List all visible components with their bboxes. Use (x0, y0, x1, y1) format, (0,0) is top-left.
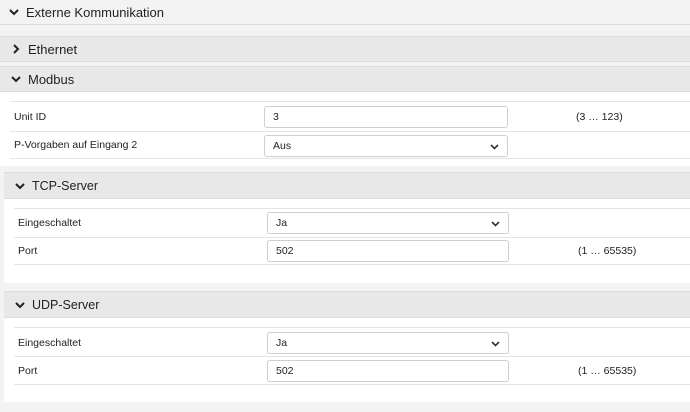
input-value: 502 (276, 245, 294, 257)
select-value: Aus (273, 140, 292, 152)
section-title: Externe Kommunikation (26, 4, 165, 20)
udp-port-range: (1 … 65535) (578, 365, 637, 377)
field-label-eingeschaltet: Eingeschaltet (18, 217, 82, 229)
caret-down-icon (491, 219, 500, 228)
divider (14, 356, 690, 357)
divider (14, 384, 690, 385)
caret-down-icon (491, 339, 500, 348)
tcp-port-input[interactable]: 502 (267, 240, 509, 262)
field-label-p-vorgaben: P-Vorgaben auf Eingang 2 (14, 139, 138, 151)
divider (14, 327, 690, 328)
divider (14, 208, 690, 209)
chevron-down-icon (14, 180, 26, 192)
divider (14, 237, 690, 238)
tcp-eingeschaltet-select[interactable]: Ja (267, 212, 509, 234)
p-vorgaben-select[interactable]: Aus (264, 135, 508, 157)
field-label-unit-id: Unit ID (14, 111, 47, 123)
tcp-port-range: (1 … 65535) (578, 245, 637, 257)
chevron-right-icon (10, 43, 22, 55)
input-value: 502 (276, 365, 294, 377)
chevron-down-icon (8, 6, 20, 18)
section-header-ethernet[interactable]: Ethernet (0, 36, 690, 62)
unit-id-input[interactable]: 3 (264, 106, 508, 128)
udp-eingeschaltet-select[interactable]: Ja (267, 332, 509, 354)
section-header-tcp-server[interactable]: TCP-Server (4, 172, 690, 199)
divider (10, 158, 690, 159)
divider (10, 131, 690, 132)
section-title: Modbus (28, 71, 75, 87)
section-title: TCP-Server (32, 178, 98, 193)
caret-down-icon (490, 142, 499, 151)
select-value: Ja (276, 217, 288, 229)
section-header-udp-server[interactable]: UDP-Server (4, 291, 690, 318)
chevron-down-icon (10, 73, 22, 85)
udp-port-input[interactable]: 502 (267, 360, 509, 382)
select-value: Ja (276, 337, 288, 349)
field-label-eingeschaltet: Eingeschaltet (18, 337, 82, 349)
divider (14, 264, 690, 265)
unit-id-range: (3 … 123) (576, 111, 623, 123)
section-title: Ethernet (28, 41, 78, 57)
field-label-port: Port (18, 245, 38, 257)
section-header-modbus[interactable]: Modbus (0, 66, 690, 92)
chevron-down-icon (14, 299, 26, 311)
section-header-externe-kommunikation[interactable]: Externe Kommunikation (0, 0, 690, 25)
section-title: UDP-Server (32, 297, 100, 312)
field-label-port: Port (18, 365, 38, 377)
divider (10, 101, 690, 102)
input-value: 3 (273, 111, 279, 123)
